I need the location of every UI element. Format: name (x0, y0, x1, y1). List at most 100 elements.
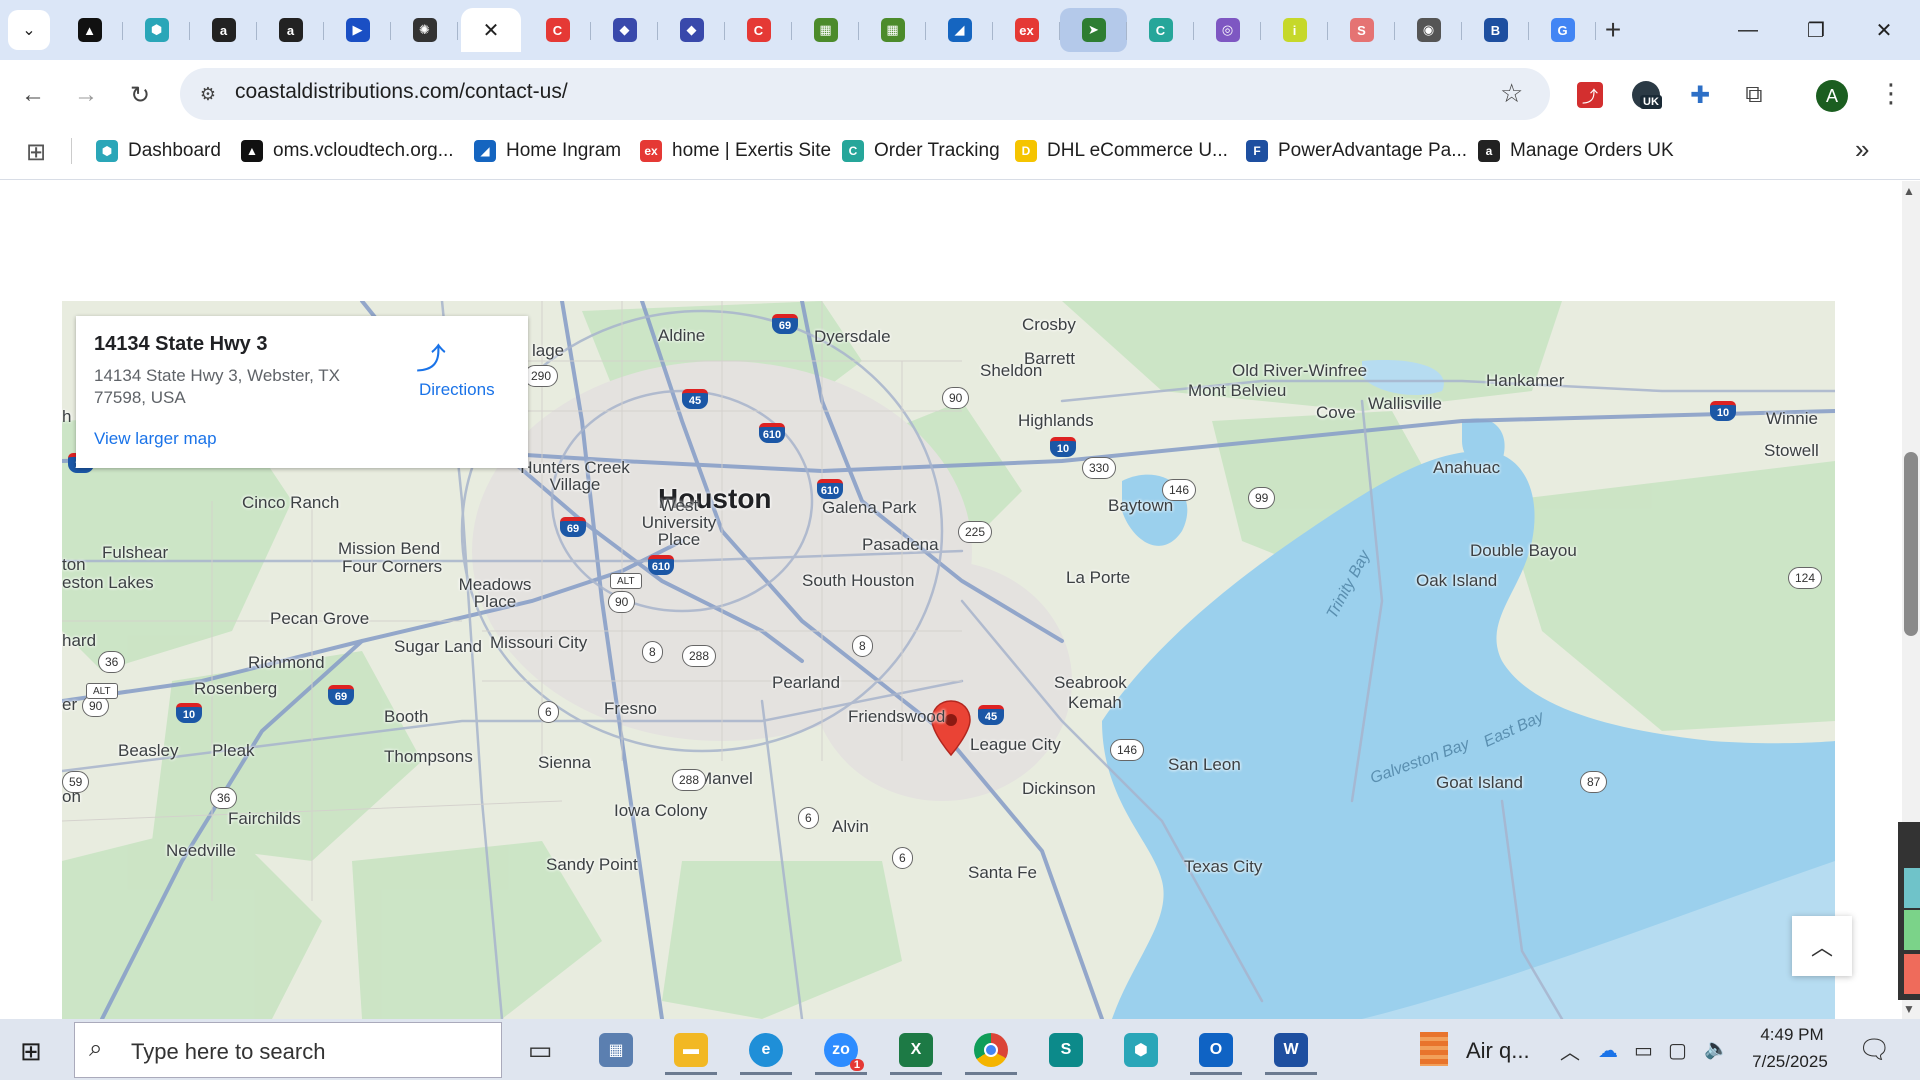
forward-button[interactable]: → (68, 77, 104, 113)
windows-start-icon[interactable]: ⊞ (20, 1036, 42, 1067)
task-view-button[interactable]: ▭ (510, 1025, 570, 1075)
excel-app[interactable]: X (886, 1025, 946, 1075)
map-label-rosenberg: Rosenberg (194, 679, 278, 698)
extension-plus-icon[interactable]: ✚ (1684, 79, 1716, 111)
interstate-shield: 10 (1710, 401, 1736, 421)
bookmark-0[interactable]: ⬢ Dashboard (96, 136, 221, 166)
restore-button[interactable]: ❐ (1782, 0, 1850, 60)
state-route-marker: 36 (210, 787, 238, 809)
bookmark-label: oms.vcloudtech.org... (273, 140, 454, 161)
uk-extension-icon[interactable]: UK (1630, 79, 1662, 111)
address-line-2: 77598, USA (94, 388, 186, 407)
tab-0[interactable]: ▲ (56, 8, 123, 52)
reload-button[interactable]: ↻ (122, 77, 158, 113)
tab-18[interactable]: i (1261, 8, 1328, 52)
tab-4[interactable]: ▶ (324, 8, 391, 52)
tab-13[interactable]: ◢ (926, 8, 993, 52)
clock-time[interactable]: 4:49 PM (1747, 1025, 1837, 1045)
tray-chevron-icon[interactable]: ︿ (1560, 1036, 1580, 1065)
air-quality-icon[interactable] (1420, 1032, 1448, 1066)
tab-7[interactable]: C (524, 8, 591, 52)
plus-icon: + (1604, 14, 1622, 45)
view-larger-map-link[interactable]: View larger map (94, 429, 217, 449)
tab-17[interactable]: ◎ (1194, 8, 1261, 52)
scroll-down-arrow-icon[interactable]: ▼ (1903, 1002, 1915, 1016)
onedrive-icon[interactable]: ☁ (1598, 1038, 1618, 1063)
edge-app[interactable]: e (736, 1025, 796, 1075)
s-app[interactable]: S (1036, 1025, 1096, 1075)
close-window-button[interactable]: ✕ (1850, 0, 1918, 60)
directions-link[interactable]: Directions (419, 380, 495, 400)
word-app[interactable]: W (1261, 1025, 1321, 1075)
outlook-app[interactable]: O (1186, 1025, 1246, 1075)
state-route-marker: 6 (892, 847, 913, 869)
uk-badge: UK (1640, 95, 1662, 109)
chrome-app[interactable] (961, 1025, 1021, 1075)
tab-21[interactable]: B (1462, 8, 1529, 52)
map-label-kemah: Kemah (1068, 693, 1122, 712)
tab-9[interactable]: ◆ (658, 8, 725, 52)
file-explorer-app[interactable]: ▬ (661, 1025, 721, 1075)
side-widget[interactable] (1898, 822, 1920, 1000)
tab-6[interactable]: ✕ (461, 8, 521, 52)
calculator-app[interactable]: ▦ (586, 1025, 646, 1075)
bookmark-1[interactable]: ▲ oms.vcloudtech.org... (241, 136, 454, 166)
bookmark-3[interactable]: ex home | Exertis Site (640, 136, 831, 166)
tab-3[interactable]: a (257, 8, 324, 52)
tab-12[interactable]: ▦ (859, 8, 926, 52)
scrollbar-thumb[interactable] (1904, 452, 1918, 636)
extensions-puzzle-icon[interactable]: ⧉ (1738, 79, 1770, 111)
map-label-iowacolony: Iowa Colony (614, 801, 708, 820)
bookmark-2[interactable]: ◢ Home Ingram (474, 136, 621, 166)
tab-15[interactable]: ➤ (1060, 8, 1127, 52)
tab-1[interactable]: ⬢ (123, 8, 190, 52)
map-label-hard: hard (62, 631, 97, 650)
taskbar-search-box[interactable]: ⌕ Type here to search (74, 1022, 502, 1078)
ingram-icon: ◢ (474, 140, 496, 162)
map-label-h: h (62, 407, 72, 426)
url-text[interactable]: coastaldistributions.com/contact-us/ (235, 80, 568, 104)
back-to-top-button[interactable]: ︿ (1792, 916, 1852, 976)
battery-icon[interactable]: ▭ (1634, 1038, 1653, 1063)
apps-grid-icon[interactable]: ⊞ (26, 138, 46, 167)
new-tab-button[interactable]: + (1593, 14, 1633, 46)
site-info-icon[interactable]: ⚙ (194, 80, 222, 108)
tab-19[interactable]: S (1328, 8, 1395, 52)
weather-text[interactable]: Air q... (1466, 1038, 1530, 1064)
tab-2[interactable]: a (190, 8, 257, 52)
tab-search-button[interactable]: ⌄ (8, 10, 50, 50)
back-button[interactable]: ← (15, 77, 51, 113)
directions-icon[interactable]: ⤴ (416, 334, 446, 378)
bookmark-5[interactable]: D DHL eCommerce U... (1015, 136, 1228, 166)
bookmark-label: Dashboard (128, 140, 221, 161)
tab-11[interactable]: ▦ (792, 8, 859, 52)
volume-icon[interactable]: 🔈 (1704, 1036, 1729, 1061)
close-icon[interactable]: ✕ (479, 18, 503, 42)
bookmark-4[interactable]: C Order Tracking (842, 136, 1000, 166)
network-icon[interactable]: ▢ (1668, 1038, 1687, 1063)
tab-20[interactable]: ◉ (1395, 8, 1462, 52)
bookmark-star-icon[interactable]: ☆ (1500, 78, 1523, 109)
tab-16[interactable]: C (1127, 8, 1194, 52)
c-logo-icon: C (545, 18, 570, 42)
hexagon-app[interactable]: ⬢ (1111, 1025, 1171, 1075)
map-label-sandypoint: Sandy Point (546, 855, 638, 874)
tab-14[interactable]: ex (993, 8, 1060, 52)
zoom-app[interactable]: zo 1 (811, 1025, 871, 1075)
clock-date[interactable]: 7/25/2025 (1740, 1052, 1840, 1072)
more-bookmarks-icon[interactable]: » (1855, 134, 1869, 165)
menu-kebab-icon[interactable]: ⋮ (1878, 78, 1904, 109)
minimize-button[interactable]: — (1714, 0, 1782, 60)
bookmark-7[interactable]: a Manage Orders UK (1478, 136, 1674, 166)
notifications-icon[interactable]: 🗨 (1858, 1034, 1891, 1065)
bookmark-6[interactable]: F PowerAdvantage Pa... (1246, 136, 1467, 166)
map-label-highlands: Highlands (1018, 411, 1094, 430)
tab-10[interactable]: C (725, 8, 792, 52)
tab-22[interactable]: G (1529, 8, 1596, 52)
map-label-galenapark: Galena Park (822, 498, 917, 517)
profile-avatar[interactable]: A (1816, 80, 1848, 112)
acrobat-extension-icon[interactable]: ⤴ (1574, 79, 1606, 111)
tab-8[interactable]: ◆ (591, 8, 658, 52)
tab-5[interactable]: ✺ (391, 8, 458, 52)
scroll-up-arrow-icon[interactable]: ▲ (1903, 184, 1915, 198)
